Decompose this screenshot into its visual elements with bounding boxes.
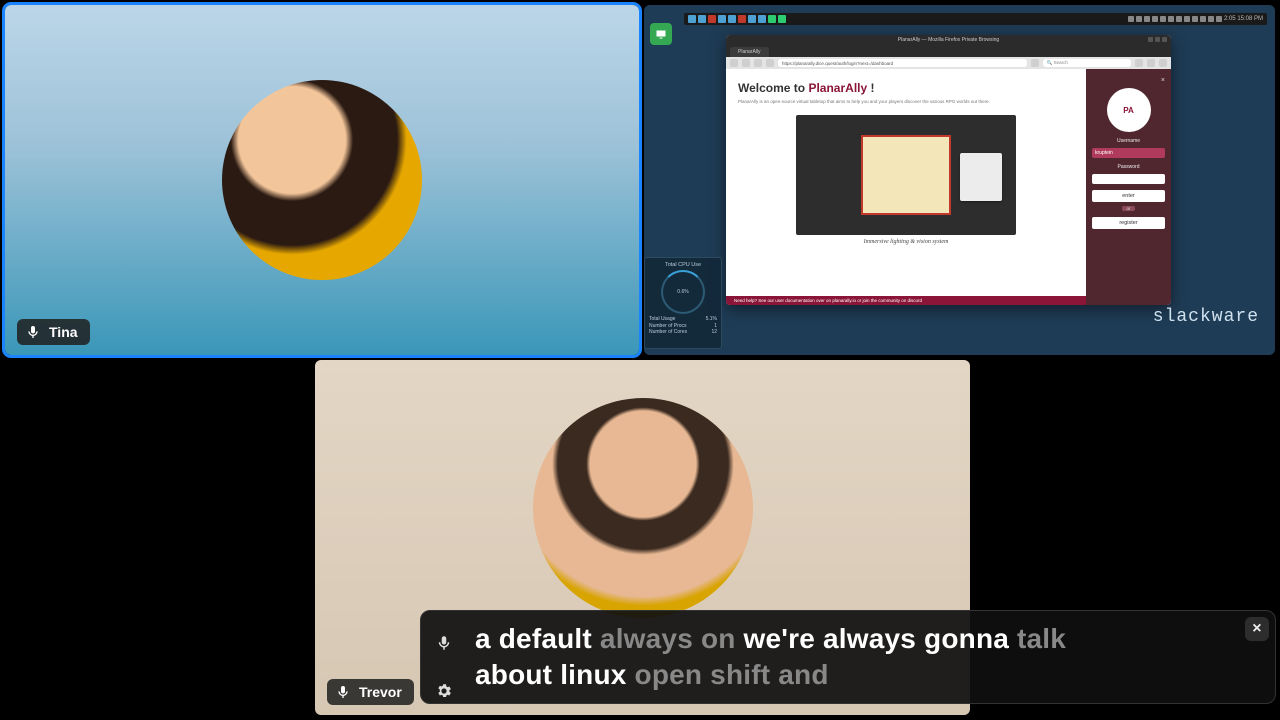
nav-fwd-icon bbox=[742, 59, 750, 67]
cpu-widget-title: Total CPU Use bbox=[649, 262, 717, 268]
live-caption-bar[interactable]: a default always on we're always gonna t… bbox=[420, 610, 1276, 704]
remote-taskbar: 2:05 15:08 PM bbox=[684, 13, 1267, 25]
microphone-icon bbox=[25, 324, 41, 340]
remote-page-main: Welcome to PlanarAlly ! PlanarAlly is an… bbox=[726, 69, 1086, 305]
remote-login-panel: × PA Username kruptein Password enter or… bbox=[1086, 69, 1171, 305]
enter-button: enter bbox=[1092, 190, 1165, 202]
remote-page-help-strip: Need help? See our user documentation ov… bbox=[726, 296, 1086, 305]
caption-mic-icon[interactable] bbox=[435, 625, 453, 661]
planarally-logo: PA bbox=[1107, 88, 1151, 132]
participant-video-placeholder bbox=[5, 5, 639, 355]
register-button: register bbox=[1092, 217, 1165, 229]
username-label: Username bbox=[1117, 138, 1140, 144]
participant-tile-tina[interactable]: Tina bbox=[5, 5, 639, 355]
nav-back-icon bbox=[730, 59, 738, 67]
remote-browser-tab: PlanarAlly bbox=[730, 47, 769, 57]
reader-icon bbox=[1031, 59, 1039, 67]
participant-name-pill: Tina bbox=[17, 319, 90, 345]
participant-name: Tina bbox=[49, 324, 78, 340]
username-field: kruptein bbox=[1092, 148, 1165, 158]
live-caption-text: a default always on we're always gonna t… bbox=[475, 621, 1231, 693]
avatar-placeholder bbox=[222, 80, 422, 280]
remote-address-bar: https://planarally.dice.quest/auth/login… bbox=[778, 59, 1027, 67]
caption-settings-icon[interactable] bbox=[435, 673, 453, 709]
password-field bbox=[1092, 174, 1165, 184]
menu-icon bbox=[1159, 59, 1167, 67]
remote-page-hero-image bbox=[796, 115, 1016, 235]
caption-close-button[interactable]: × bbox=[1245, 617, 1269, 641]
or-divider: or bbox=[1122, 206, 1134, 211]
screenshare-content: 2:05 15:08 PM PlanarAlly — Mozilla Firef… bbox=[644, 5, 1275, 355]
remote-search-box: 🔍 Search bbox=[1043, 59, 1131, 67]
participant-name-pill: Trevor bbox=[327, 679, 414, 705]
nav-home-icon bbox=[766, 59, 774, 67]
remote-clock: 2:05 15:08 PM bbox=[1224, 16, 1263, 22]
remote-browser-titlebar: PlanarAlly — Mozilla Firefox Private Bro… bbox=[726, 35, 1171, 45]
cpu-usage-widget: Total CPU Use 0.6% Total Usage5.1%Number… bbox=[644, 257, 722, 349]
participant-tile-screenshare[interactable]: 2:05 15:08 PM PlanarAlly — Mozilla Firef… bbox=[644, 5, 1275, 355]
remote-page-heading: Welcome to PlanarAlly ! bbox=[738, 81, 1074, 95]
downloads-icon bbox=[1135, 59, 1143, 67]
password-label: Password bbox=[1118, 164, 1140, 170]
nav-reload-icon bbox=[754, 59, 762, 67]
participant-name: Trevor bbox=[359, 684, 402, 700]
screenshare-indicator-icon bbox=[650, 23, 672, 45]
slackware-watermark: slackware bbox=[1153, 307, 1259, 327]
close-icon: × bbox=[1161, 77, 1165, 84]
avatar-placeholder bbox=[533, 398, 753, 618]
remote-browser-toolbar: https://planarally.dice.quest/auth/login… bbox=[726, 57, 1171, 69]
library-icon bbox=[1147, 59, 1155, 67]
window-controls bbox=[1148, 37, 1167, 42]
remote-browser-tabstrip: PlanarAlly bbox=[726, 45, 1171, 57]
remote-browser-window: PlanarAlly — Mozilla Firefox Private Bro… bbox=[726, 35, 1171, 305]
cpu-widget-ring: 0.6% bbox=[661, 270, 705, 314]
remote-page-hero-caption: Immersive lighting & vision system bbox=[738, 239, 1074, 245]
remote-page-subtitle: PlanarAlly is an open-source virtual tab… bbox=[738, 99, 1074, 105]
microphone-icon bbox=[335, 684, 351, 700]
